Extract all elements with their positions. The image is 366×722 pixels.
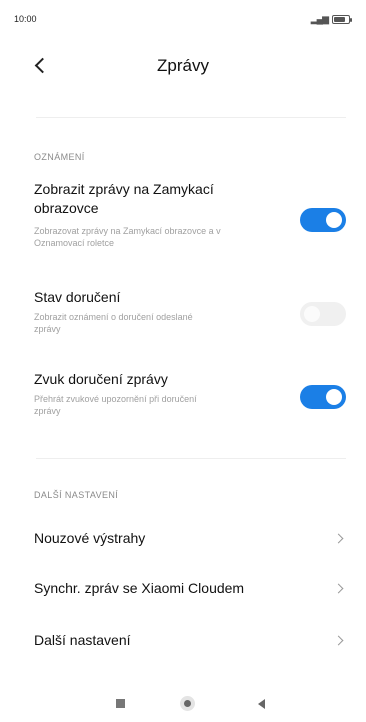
divider <box>36 117 346 118</box>
chevron-right-icon <box>333 583 344 594</box>
setting-delivery-sound[interactable]: Zvuk doručení zprávy Přehrát zvukové upo… <box>0 370 366 430</box>
toggle-knob <box>304 306 320 322</box>
nav-item-label: Další nastavení <box>34 632 131 648</box>
toggle-delivery-status[interactable] <box>300 302 346 326</box>
chevron-right-icon <box>333 635 344 646</box>
setting-lockscreen-messages[interactable]: Zobrazit zprávy na Zamykací obrazovce Zo… <box>0 180 366 260</box>
nav-item-more-settings[interactable]: Další nastavení <box>0 618 366 666</box>
square-recents-icon[interactable] <box>116 699 125 708</box>
battery-icon <box>332 15 352 24</box>
nav-item-xiaomi-cloud-sync[interactable]: Synchr. zpráv se Xiaomi Cloudem <box>0 566 366 614</box>
status-time: 10:00 <box>14 14 37 24</box>
signal-icon: ▂▄▆ <box>310 14 329 24</box>
nav-item-label: Nouzové výstrahy <box>34 530 146 546</box>
toggle-lockscreen-messages[interactable] <box>300 208 346 232</box>
system-nav-bar <box>0 690 366 722</box>
status-icons: ▂▄▆ <box>310 14 352 25</box>
circle-home-icon[interactable] <box>180 696 195 711</box>
section-header-notifications: OZNÁMENÍ <box>34 152 85 162</box>
top-bar: Zprávy <box>0 44 366 88</box>
setting-description: Zobrazovat zprávy na Zamykací obrazovce … <box>34 226 221 248</box>
divider <box>36 458 346 459</box>
section-header-more: DALŠÍ NASTAVENÍ <box>34 490 119 500</box>
nav-item-label: Synchr. zpráv se Xiaomi Cloudem <box>34 580 245 596</box>
toggle-knob <box>326 212 342 228</box>
setting-delivery-status[interactable]: Stav doručení Zobrazit oznámení o doruče… <box>0 288 366 348</box>
setting-description: Zobrazit oznámení o doručení odeslané zp… <box>34 312 193 334</box>
toggle-knob <box>326 389 342 405</box>
page-title: Zprávy <box>157 56 209 75</box>
chevron-right-icon <box>333 533 344 544</box>
nav-item-emergency-alerts[interactable]: Nouzové výstrahy <box>0 516 366 564</box>
status-bar: 10:00 ▂▄▆ <box>0 0 366 40</box>
setting-description: Přehrát zvukové upozornění při doručení … <box>34 394 197 416</box>
setting-title: Zvuk doručení zprávy <box>34 371 168 387</box>
setting-title: Stav doručení <box>34 289 121 305</box>
triangle-back-icon[interactable] <box>258 699 265 709</box>
toggle-delivery-sound[interactable] <box>300 385 346 409</box>
setting-title: Zobrazit zprávy na Zamykací obrazovce <box>34 181 214 216</box>
